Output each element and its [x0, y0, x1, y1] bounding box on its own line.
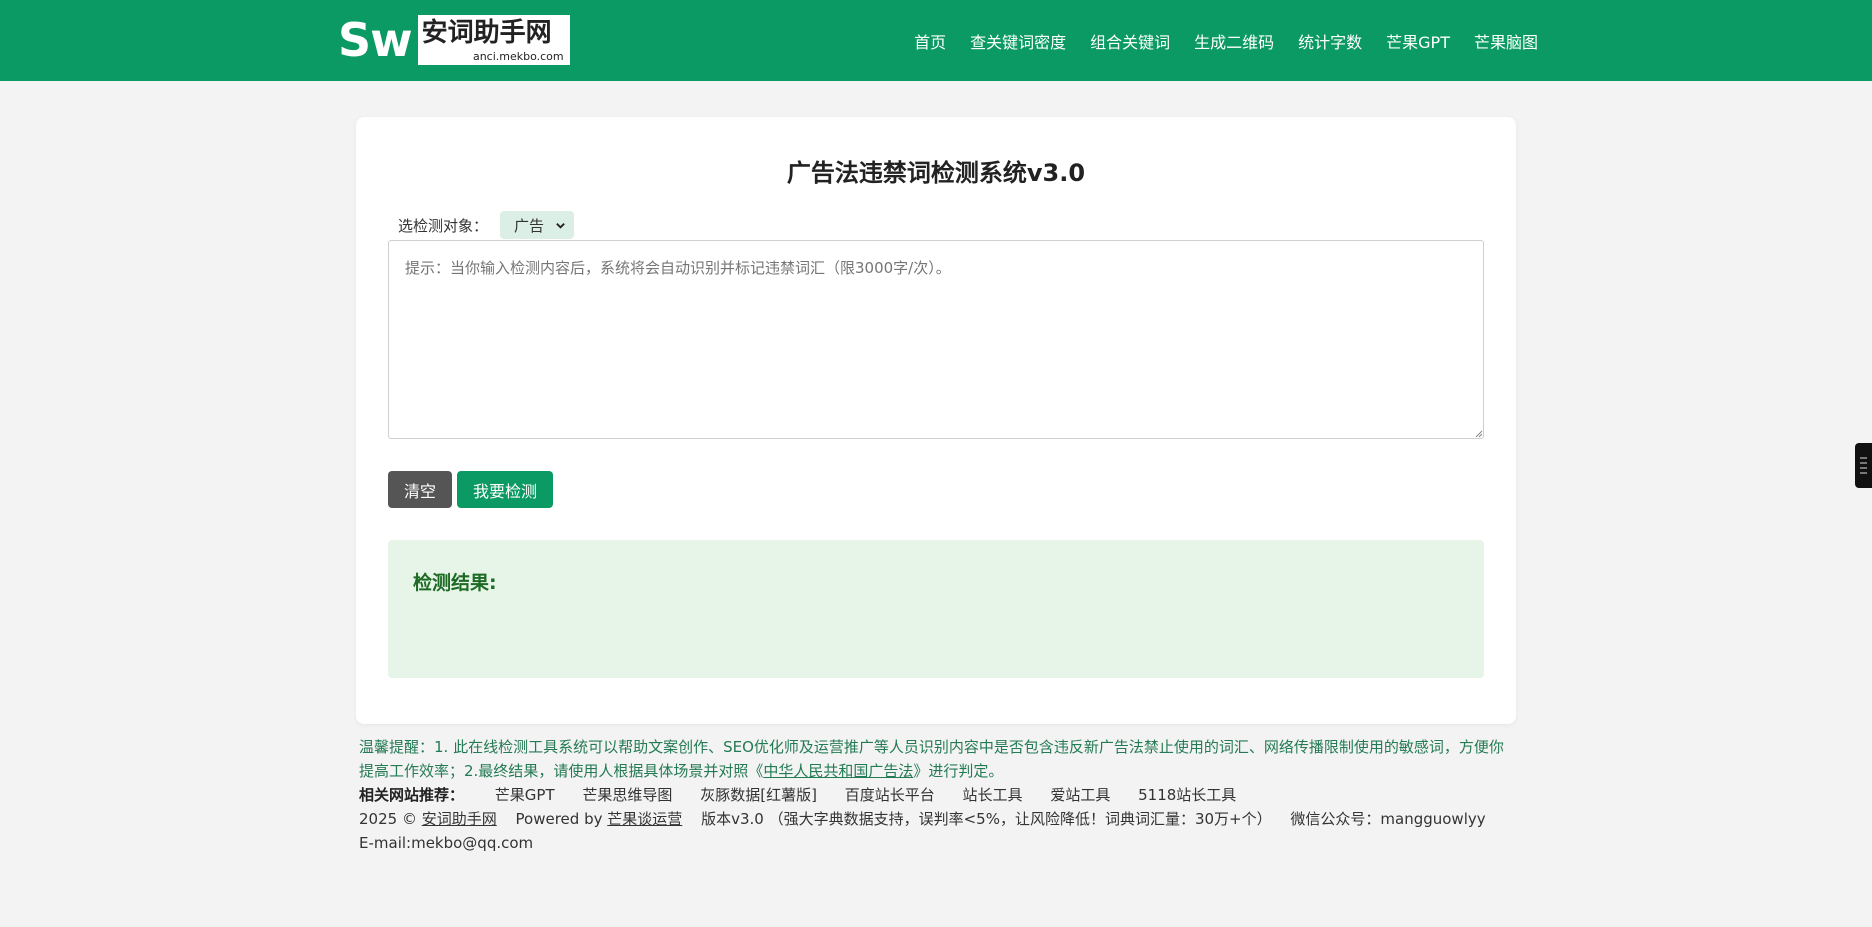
content-input[interactable] [388, 240, 1484, 439]
nav-mango-mindmap[interactable]: 芒果脑图 [1474, 29, 1538, 53]
footer: 温馨提醒：1. 此在线检测工具系统可以帮助文案创作、SEO优化师及运营推广等人员… [359, 735, 1511, 855]
nav-mango-gpt[interactable]: 芒果GPT [1386, 29, 1450, 53]
nav-home[interactable]: 首页 [914, 29, 946, 53]
footer-tip-suffix: 》进行判定。 [913, 762, 1004, 780]
related-link-mango-mindmap[interactable]: 芒果思维导图 [582, 786, 672, 804]
footer-tip: 温馨提醒：1. 此在线检测工具系统可以帮助文案创作、SEO优化师及运营推广等人员… [359, 735, 1511, 783]
check-button[interactable]: 我要检测 [457, 471, 553, 508]
related-link-chinaz[interactable]: 站长工具 [963, 786, 1023, 804]
target-select-label: 选检测对象： [398, 216, 489, 235]
copyright-site-link[interactable]: 安词助手网 [422, 810, 497, 828]
page-title: 广告法违禁词检测系统v3.0 [786, 159, 1086, 187]
ad-law-link[interactable]: 中华人民共和国广告法 [763, 762, 913, 780]
related-links-label: 相关网站推荐： [359, 786, 465, 804]
related-link-mango-gpt[interactable]: 芒果GPT [495, 786, 555, 804]
related-link-aizhan[interactable]: 爱站工具 [1050, 786, 1110, 804]
version-label: 版本v3.0 [701, 810, 764, 828]
version-note: （强大字典数据支持，误判率<5%，让风险降低！词典词汇量：30万+个） [768, 810, 1272, 828]
target-select-row: 选检测对象： 广告 [398, 211, 575, 239]
related-link-5118[interactable]: 5118站长工具 [1138, 786, 1236, 804]
nav-word-count[interactable]: 统计字数 [1298, 29, 1362, 53]
target-select[interactable]: 广告 [500, 211, 575, 239]
detector-card: 广告法违禁词检测系统v3.0 选检测对象： 广告 清空 我要检测 检测结果: [356, 117, 1516, 724]
result-panel: 检测结果: [388, 540, 1484, 678]
powered-by-link[interactable]: 芒果谈运营 [607, 810, 682, 828]
site-logo[interactable]: Sw 安词助手网 anci.mekbo.com [338, 15, 570, 65]
related-link-huitun[interactable]: 灰豚数据[红薯版] [700, 786, 817, 804]
related-links: 相关网站推荐： 芒果GPT 芒果思维导图 灰豚数据[红薯版] 百度站长平台 站长… [359, 783, 1511, 807]
nav-keyword-density[interactable]: 查关键词密度 [970, 29, 1066, 53]
logo-site-name: 安词助手网 [421, 18, 552, 48]
logo-url: anci.mekbo.com [472, 50, 564, 63]
nav-combine-keywords[interactable]: 组合关键词 [1090, 29, 1170, 53]
powered-by-label: Powered by [515, 810, 603, 828]
side-float-widget[interactable] [1855, 443, 1872, 488]
top-navbar: Sw 安词助手网 anci.mekbo.com 首页 查关键词密度 组合关键词 … [0, 0, 1872, 81]
wechat-account: 微信公众号：mangguowlyy [1290, 810, 1486, 828]
nav-qrcode[interactable]: 生成二维码 [1194, 29, 1274, 53]
related-link-baidu-webmaster[interactable]: 百度站长平台 [845, 786, 935, 804]
target-select-value: 广告 [514, 216, 545, 235]
logo-sw-mark: Sw [338, 13, 413, 67]
copyright-year: 2025 © [359, 810, 417, 828]
chevron-down-icon [556, 222, 565, 229]
result-title: 检测结果: [413, 572, 497, 594]
resize-handle-icon[interactable] [1474, 429, 1483, 438]
contact-email: E-mail:mekbo@qq.com [359, 834, 534, 852]
main-nav: 首页 查关键词密度 组合关键词 生成二维码 统计字数 芒果GPT 芒果脑图 [890, 0, 1538, 81]
copyright-line: 2025 © 安词助手网 Powered by 芒果谈运营 版本v3.0 （强大… [359, 807, 1511, 855]
logo-box: 安词助手网 anci.mekbo.com [417, 15, 570, 65]
clear-button[interactable]: 清空 [388, 471, 452, 508]
